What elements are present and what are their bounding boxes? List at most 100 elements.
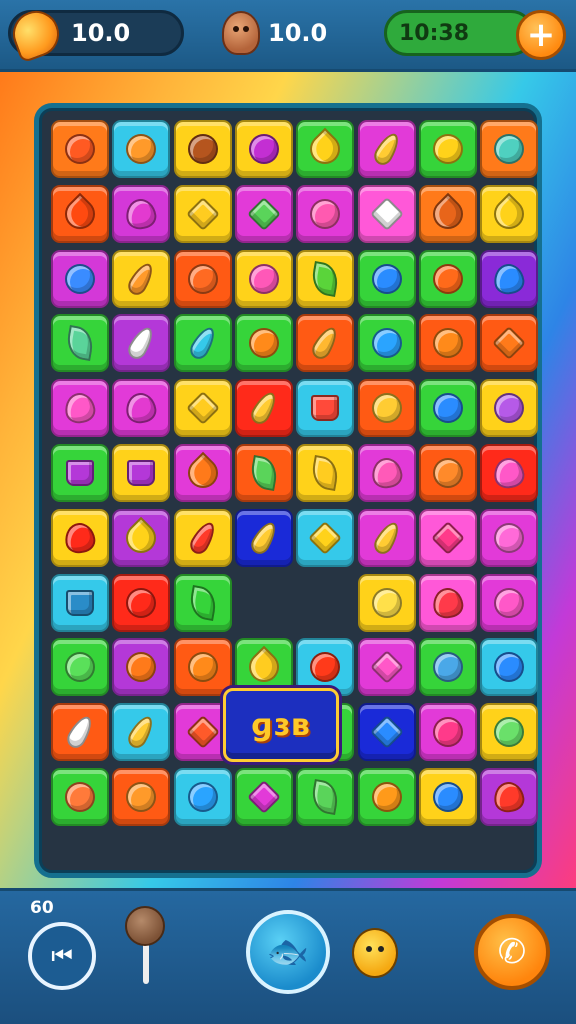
game-tile[interactable] [480, 249, 539, 308]
game-tile[interactable] [112, 638, 171, 697]
drop-candy-icon [487, 192, 531, 236]
game-tile[interactable] [234, 314, 293, 373]
game-tile[interactable] [173, 768, 232, 826]
game-tile[interactable] [296, 249, 355, 308]
game-tile[interactable] [357, 573, 416, 632]
game-tile[interactable] [112, 703, 171, 762]
game-tile[interactable] [234, 444, 293, 502]
rewind-button[interactable]: ⏮ [28, 922, 96, 990]
game-tile[interactable] [418, 120, 477, 178]
game-tile[interactable] [173, 638, 232, 697]
game-tile[interactable] [173, 184, 232, 243]
game-tile[interactable] [234, 184, 293, 243]
cup-candy-icon [311, 395, 340, 422]
game-tile[interactable] [418, 703, 477, 762]
game-tile[interactable] [112, 508, 171, 567]
game-tile[interactable] [173, 314, 232, 373]
game-tile[interactable] [296, 768, 355, 826]
game-tile[interactable] [418, 314, 477, 373]
lollipop-booster-icon[interactable] [125, 906, 165, 946]
game-tile[interactable] [357, 768, 416, 826]
game-tile[interactable] [173, 249, 232, 308]
game-tile[interactable] [418, 768, 477, 826]
game-tile[interactable] [357, 120, 416, 178]
game-tile[interactable] [418, 638, 477, 697]
game-tile[interactable] [418, 444, 477, 502]
game-tile[interactable] [480, 508, 539, 567]
game-tile[interactable] [51, 120, 109, 178]
game-tile[interactable] [173, 508, 232, 567]
ball-candy-icon [187, 782, 218, 812]
game-tile[interactable] [112, 249, 171, 308]
game-tile[interactable] [51, 444, 109, 502]
game-tile[interactable] [296, 120, 355, 178]
game-tile[interactable] [357, 379, 416, 438]
game-tile[interactable] [357, 249, 416, 308]
ball-candy-icon [371, 782, 402, 812]
game-tile[interactable] [112, 184, 171, 243]
game-tile[interactable] [357, 314, 416, 373]
game-tile[interactable] [112, 573, 171, 632]
game-tile[interactable] [296, 184, 355, 243]
game-tile[interactable] [418, 184, 477, 243]
game-tile[interactable] [357, 508, 416, 567]
cup-candy-icon [66, 589, 94, 616]
star-candy-icon [246, 196, 281, 231]
game-tile[interactable] [51, 379, 109, 438]
game-tile[interactable] [112, 314, 171, 373]
game-tile[interactable] [418, 249, 477, 308]
game-tile[interactable] [480, 768, 539, 826]
game-tile[interactable] [112, 444, 171, 502]
game-tile[interactable] [480, 573, 539, 632]
game-tile[interactable] [234, 249, 293, 308]
game-tile[interactable] [173, 444, 232, 502]
game-tile[interactable] [480, 184, 539, 243]
game-tile[interactable] [51, 184, 109, 243]
game-tile[interactable] [296, 314, 355, 373]
game-tile[interactable] [112, 768, 171, 826]
game-tile[interactable] [51, 573, 109, 632]
game-tile[interactable] [234, 508, 293, 567]
game-tile[interactable] [296, 379, 355, 438]
game-tile[interactable] [480, 379, 539, 438]
drop-candy-icon [120, 516, 163, 560]
game-tile[interactable] [234, 768, 293, 826]
move-counter: 60 [30, 898, 54, 918]
game-tile[interactable] [480, 703, 539, 762]
game-tile[interactable] [51, 768, 109, 826]
leaf-candy-icon [248, 454, 280, 492]
currency-pill[interactable]: 10.0 [6, 4, 184, 64]
game-tile[interactable] [173, 379, 232, 438]
game-tile[interactable] [51, 638, 109, 697]
game-tile[interactable] [418, 379, 477, 438]
game-tile[interactable] [480, 120, 539, 178]
phone-button[interactable]: ✆ [474, 914, 550, 990]
game-tile[interactable] [51, 508, 109, 567]
game-tile[interactable] [480, 444, 539, 502]
game-tile[interactable] [51, 249, 109, 308]
game-tile[interactable] [296, 444, 355, 502]
add-button[interactable]: + [516, 10, 566, 60]
game-tile[interactable] [357, 703, 416, 762]
leaf-candy-icon [64, 325, 96, 362]
game-tile[interactable] [357, 638, 416, 697]
game-tile[interactable] [357, 444, 416, 502]
game-tile[interactable] [112, 379, 171, 438]
game-tile[interactable] [357, 184, 416, 243]
mango-coin-icon [6, 4, 66, 64]
bee-character-icon[interactable] [352, 928, 398, 978]
game-tile[interactable] [418, 508, 477, 567]
game-tile[interactable] [296, 508, 355, 567]
game-tile[interactable] [234, 120, 293, 178]
fish-booster-button[interactable]: 🐟 [246, 910, 330, 994]
game-tile[interactable] [112, 120, 171, 178]
game-tile[interactable] [480, 638, 539, 697]
game-tile[interactable] [234, 379, 293, 438]
game-tile[interactable] [418, 573, 477, 632]
game-tile[interactable] [51, 703, 109, 762]
game-tile[interactable] [173, 120, 232, 178]
game-tile[interactable] [173, 573, 232, 632]
special-tile[interactable]: ɡɜʙ [223, 688, 339, 762]
game-tile[interactable] [51, 314, 109, 373]
game-tile[interactable] [480, 314, 539, 373]
